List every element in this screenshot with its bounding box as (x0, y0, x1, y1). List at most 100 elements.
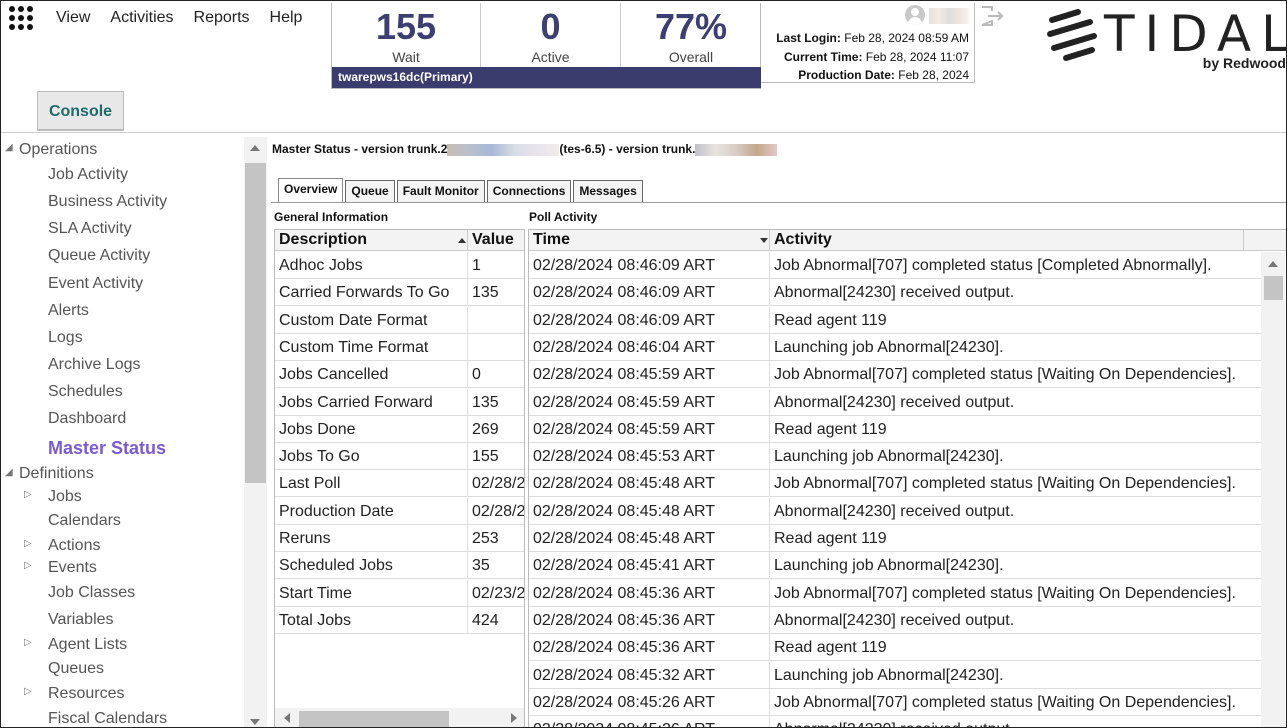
sidebar-item-job-classes[interactable]: Job Classes (48, 584, 135, 602)
sidebar-scroll-thumb[interactable] (245, 163, 266, 483)
table-row[interactable]: 02/28/2024 08:45:36 ART Read agent 119 (529, 634, 1261, 662)
column-header-value[interactable]: Value (472, 231, 514, 249)
column-header-activity[interactable]: Activity (774, 231, 832, 249)
sidebar-item-master-status[interactable]: Master Status (48, 438, 166, 459)
tab-overview[interactable]: Overview (278, 178, 344, 202)
table-row[interactable]: Jobs Carried Forward 135 (275, 388, 524, 416)
sidebar-item-job-activity[interactable]: Job Activity (48, 166, 128, 184)
table-row[interactable]: 02/28/2024 08:45:59 ART Read agent 119 (529, 415, 1261, 443)
tab-fault-monitor[interactable]: Fault Monitor (396, 180, 485, 202)
table-row[interactable]: Last Poll 02/28/2 (275, 470, 524, 498)
sidebar-item-logs[interactable]: Logs (48, 329, 83, 347)
sidebar-item-dashboard[interactable]: Dashboard (48, 410, 126, 428)
expand-actions-icon[interactable]: ▷ (24, 538, 32, 549)
sidebar-item-events[interactable]: Events (48, 559, 97, 577)
table-row[interactable]: 02/28/2024 08:46:04 ART Launching job Abn… (529, 333, 1261, 361)
table-row[interactable]: 02/28/2024 08:45:59 ART Abnormal[24230] r… (529, 388, 1261, 416)
tab-connections[interactable]: Connections (486, 180, 572, 202)
sidebar-item-business-activity[interactable]: Business Activity (48, 193, 167, 211)
sort-descending-icon[interactable] (760, 238, 768, 243)
scroll-right-arrow-icon[interactable] (511, 713, 517, 723)
sidebar-item-alerts[interactable]: Alerts (48, 302, 89, 320)
table-row[interactable]: Jobs To Go 155 (275, 443, 524, 471)
table-row[interactable]: Carried Forwards To Go 135 (275, 279, 524, 307)
menu-help[interactable]: Help (270, 9, 303, 27)
sidebar-item-fiscal-calendars[interactable]: Fiscal Calendars (48, 710, 167, 727)
tab-queue[interactable]: Queue (345, 180, 395, 202)
table-row[interactable]: Jobs Cancelled 0 (275, 361, 524, 389)
table-row[interactable]: 02/28/2024 08:45:48 ART Abnormal[24230] r… (529, 497, 1261, 525)
table-row[interactable]: 02/28/2024 08:45:36 ART Job Abnormal[707]… (529, 579, 1261, 607)
sidebar-item-jobs[interactable]: Jobs (48, 488, 82, 506)
scroll-up-arrow-icon[interactable] (250, 145, 260, 151)
sidebar-item-sla-activity[interactable]: SLA Activity (48, 220, 132, 238)
table-row[interactable]: Adhoc Jobs 1 (275, 252, 524, 279)
table-row[interactable]: Total Jobs 424 (275, 606, 524, 634)
vertical-scrollbar[interactable] (1261, 252, 1285, 727)
apps-grid-icon[interactable] (8, 5, 34, 31)
sidebar-item-calendars[interactable]: Calendars (48, 512, 121, 530)
menu-view[interactable]: View (56, 9, 90, 27)
menu-reports[interactable]: Reports (194, 9, 250, 27)
table-row[interactable]: Custom Date Format (275, 306, 524, 334)
collapse-operations-icon[interactable]: ◢ (5, 142, 13, 153)
table-row[interactable]: 02/28/2024 08:45:53 ART Launching job Abn… (529, 443, 1261, 471)
tab-console[interactable]: Console (37, 91, 124, 131)
sidebar-item-schedules[interactable]: Schedules (48, 383, 123, 401)
column-header-description[interactable]: Description (279, 231, 367, 249)
table-row[interactable]: Jobs Done 269 (275, 415, 524, 443)
sidebar-item-event-activity[interactable]: Event Activity (48, 275, 143, 293)
sidebar-item-agent-lists[interactable]: Agent Lists (48, 636, 127, 654)
table-row[interactable]: 02/28/2024 08:46:09 ART Read agent 119 (529, 306, 1261, 334)
table-row[interactable]: 02/28/2024 08:45:41 ART Launching job Abn… (529, 552, 1261, 580)
table-row[interactable]: Scheduled Jobs 35 (275, 552, 524, 580)
column-divider[interactable] (467, 230, 468, 251)
row-value: 135 (472, 393, 499, 411)
sidebar-item-queue-activity[interactable]: Queue Activity (48, 247, 150, 265)
tab-messages[interactable]: Messages (573, 180, 643, 202)
sidebar-item-archive-logs[interactable]: Archive Logs (48, 356, 141, 374)
stat-overall[interactable]: 77% Overall (621, 3, 761, 67)
stat-active[interactable]: 0 Active (481, 3, 621, 67)
column-divider (769, 661, 770, 689)
expand-events-icon[interactable]: ▷ (24, 560, 32, 571)
sidebar-item-variables[interactable]: Variables (48, 611, 114, 629)
scroll-up-arrow-icon[interactable] (1268, 261, 1278, 267)
table-row[interactable]: Start Time 02/23/2 (275, 579, 524, 607)
logout-icon[interactable] (980, 5, 1006, 27)
column-divider[interactable] (769, 230, 770, 251)
menu-activities[interactable]: Activities (110, 9, 173, 27)
collapse-definitions-icon[interactable]: ◢ (5, 467, 13, 478)
column-header-time[interactable]: Time (533, 231, 570, 249)
table-row[interactable]: 02/28/2024 08:45:26 ART Abnormal[24230] r… (529, 716, 1261, 727)
sidebar-item-actions[interactable]: Actions (48, 537, 100, 555)
expand-agent-lists-icon[interactable]: ▷ (24, 637, 32, 648)
table-row[interactable]: Custom Time Format (275, 333, 524, 361)
column-divider[interactable] (1243, 230, 1244, 251)
sidebar-item-resources[interactable]: Resources (48, 685, 124, 703)
table-row[interactable]: Production Date 02/28/2 (275, 497, 524, 525)
sidebar-item-queues[interactable]: Queues (48, 660, 104, 678)
table-row[interactable]: Reruns 253 (275, 525, 524, 552)
table-row[interactable]: 02/28/2024 08:45:32 ART Launching job Abn… (529, 661, 1261, 689)
sidebar-scrollbar[interactable] (244, 137, 267, 727)
table-row[interactable]: 02/28/2024 08:45:48 ART Job Abnormal[707]… (529, 470, 1261, 498)
scroll-left-arrow-icon[interactable] (284, 713, 290, 723)
table-row[interactable]: 02/28/2024 08:46:09 ART Abnormal[24230] r… (529, 279, 1261, 307)
table-row[interactable]: 02/28/2024 08:45:59 ART Job Abnormal[707]… (529, 361, 1261, 389)
vertical-scroll-thumb[interactable] (1264, 276, 1283, 300)
table-row[interactable]: 02/28/2024 08:46:09 ART Job Abnormal[707]… (529, 252, 1261, 279)
sort-ascending-icon[interactable] (458, 238, 466, 243)
sidebar-group-operations[interactable]: Operations (19, 141, 97, 159)
scroll-down-arrow-icon[interactable] (250, 719, 260, 725)
horizontal-scrollbar[interactable] (275, 708, 524, 727)
horizontal-scroll-thumb[interactable] (299, 711, 449, 727)
table-row[interactable]: 02/28/2024 08:45:26 ART Job Abnormal[707]… (529, 688, 1261, 716)
table-row[interactable]: 02/28/2024 08:45:48 ART Read agent 119 (529, 525, 1261, 552)
user-avatar-icon[interactable] (905, 5, 925, 25)
stat-wait[interactable]: 155 Wait (332, 3, 481, 67)
expand-jobs-icon[interactable]: ▷ (24, 489, 32, 500)
expand-resources-icon[interactable]: ▷ (24, 686, 32, 697)
sidebar-group-definitions[interactable]: Definitions (19, 465, 94, 483)
table-row[interactable]: 02/28/2024 08:45:36 ART Abnormal[24230] r… (529, 606, 1261, 634)
